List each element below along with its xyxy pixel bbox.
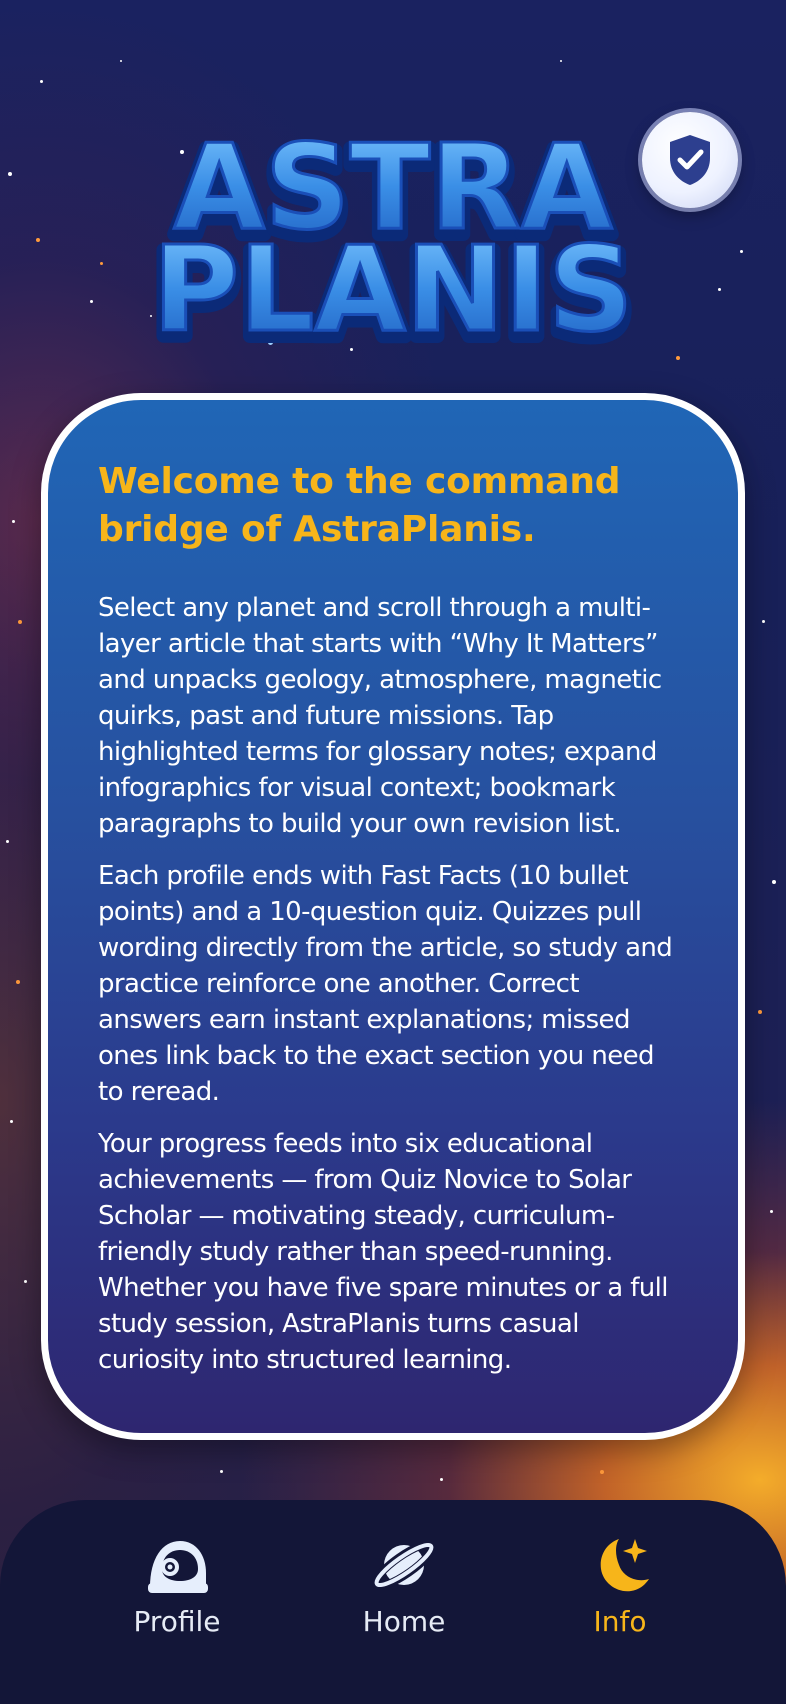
privacy-shield-button[interactable] bbox=[642, 112, 738, 208]
star bbox=[600, 1470, 604, 1474]
star bbox=[12, 520, 15, 523]
moon-star-icon bbox=[585, 1532, 655, 1598]
card-paragraph: Select any planet and scroll through a m… bbox=[98, 593, 662, 839]
star bbox=[18, 620, 22, 624]
star bbox=[40, 80, 43, 83]
star bbox=[120, 60, 122, 62]
nav-item-info[interactable]: Info bbox=[530, 1532, 710, 1652]
logo-line2: PLANIS bbox=[153, 220, 634, 348]
star bbox=[762, 620, 765, 623]
planet-icon bbox=[369, 1532, 439, 1598]
card-title: Welcome to the command bridge of AstraPl… bbox=[98, 461, 621, 550]
star bbox=[440, 1478, 443, 1481]
bottom-nav: Profile Home Info bbox=[0, 1500, 786, 1704]
card-paragraph: Each profile ends with Fast Facts (10 bu… bbox=[98, 861, 673, 1107]
info-card: Welcome to the command bridge of AstraPl… bbox=[41, 393, 745, 1440]
star bbox=[676, 356, 680, 360]
star bbox=[350, 348, 353, 351]
star bbox=[220, 1470, 223, 1473]
star bbox=[24, 1280, 27, 1283]
star bbox=[772, 880, 776, 884]
nav-label-profile: Profile bbox=[133, 1605, 221, 1638]
nav-label-info: Info bbox=[593, 1605, 647, 1638]
nav-label-home: Home bbox=[362, 1605, 446, 1638]
shield-check-icon bbox=[670, 135, 710, 185]
astronaut-helmet-icon bbox=[142, 1532, 212, 1598]
card-paragraph: Your progress feeds into six educational… bbox=[98, 1129, 669, 1375]
star bbox=[10, 1120, 13, 1123]
star bbox=[6, 840, 9, 843]
star bbox=[770, 1210, 773, 1213]
nav-item-profile[interactable]: Profile bbox=[87, 1532, 267, 1652]
star bbox=[16, 980, 20, 984]
star bbox=[758, 1010, 762, 1014]
nav-item-home[interactable]: Home bbox=[314, 1532, 494, 1652]
star bbox=[560, 60, 562, 62]
